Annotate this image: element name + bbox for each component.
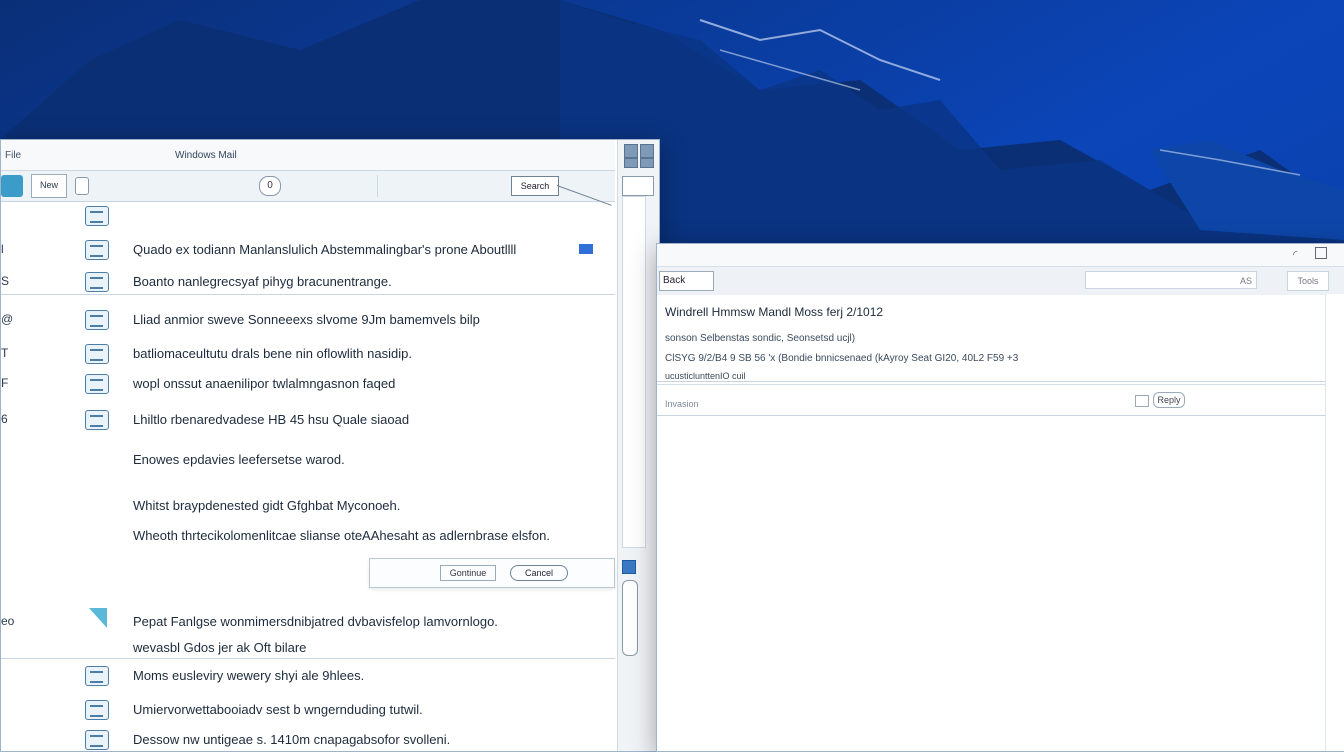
mail-icon bbox=[85, 344, 109, 364]
left-scrollbar[interactable] bbox=[617, 140, 659, 751]
scroll-thumb[interactable] bbox=[622, 580, 638, 656]
list-item[interactable]: @ Lliad anmior sweve Sonneeexs slvome 9J… bbox=[1, 306, 615, 334]
left-toolbar: New 0 Search bbox=[1, 171, 615, 206]
mail-icon bbox=[85, 730, 109, 750]
list-item[interactable]: Dessow nw untigeae s. 1410m cnapagabsofo… bbox=[1, 726, 615, 751]
message-body[interactable] bbox=[657, 434, 1325, 751]
mail-window-right: ◜ Back AS Tools Windrell Hmmsw Mandl Mos… bbox=[656, 243, 1344, 752]
close-icon[interactable] bbox=[640, 158, 654, 168]
tools-button[interactable]: Tools bbox=[1287, 271, 1329, 291]
list-item-text: Boanto nanlegrecsyaf pihyg bracunentrang… bbox=[133, 274, 392, 289]
list-item[interactable]: Whitst braypdenested gidt Gfghbat Mycono… bbox=[1, 492, 615, 520]
flag-icon[interactable] bbox=[579, 244, 593, 254]
list-item[interactable]: S Boanto nanlegrecsyaf pihyg bracunentra… bbox=[1, 268, 615, 296]
list-item-prefix: T bbox=[1, 346, 9, 360]
list-item-text: Whitst braypdenested gidt Gfghbat Mycono… bbox=[133, 498, 401, 513]
mail-icon bbox=[85, 666, 109, 686]
list-item-text: wopl onssut anaenilipor twlalmngasnon fa… bbox=[133, 376, 396, 391]
mail-icon bbox=[85, 374, 109, 394]
list-item[interactable]: 6 Lhiltlo rbenaredvadese HB 45 hsu Quale… bbox=[1, 406, 615, 434]
scroll-up-button[interactable] bbox=[622, 176, 654, 196]
message-from: sonson Selbenstas sondic, Seonsetsd ucjl… bbox=[665, 333, 856, 344]
list-item-prefix: F bbox=[1, 376, 9, 390]
list-item[interactable]: Enowes epdavies leefersetse warod. bbox=[1, 446, 615, 474]
attachment-icon[interactable] bbox=[75, 177, 89, 195]
app-logo-icon[interactable] bbox=[1, 175, 23, 197]
restore-icon[interactable] bbox=[624, 158, 638, 168]
new-message-button[interactable]: New bbox=[31, 174, 67, 198]
back-button[interactable]: Back bbox=[659, 271, 714, 291]
mail-window-left: File Windows Mail New 0 Search l Quado e… bbox=[0, 139, 660, 752]
close-icon[interactable] bbox=[1315, 247, 1327, 259]
minimize-icon[interactable]: ◜ bbox=[1293, 248, 1305, 261]
search-input[interactable]: AS bbox=[1085, 271, 1257, 289]
list-item[interactable]: Umiervorwettabooiadv sest b wngernduding… bbox=[1, 696, 615, 724]
message-header: Windrell Hmmsw Mandl Moss ferj 2/1012 so… bbox=[657, 295, 1344, 382]
left-window-title: Windows Mail bbox=[175, 150, 237, 161]
list-item-text: Dessow nw untigeae s. 1410m cnapagabsofo… bbox=[133, 732, 451, 747]
search-field-button[interactable]: Search bbox=[511, 176, 559, 196]
minimize-icon[interactable] bbox=[624, 144, 638, 158]
reply-icon[interactable] bbox=[1135, 395, 1149, 407]
inline-action-bar: Gontinue Cancel bbox=[369, 558, 615, 588]
mail-icon bbox=[85, 272, 109, 292]
list-item[interactable]: Wheoth thrtecikolomenlitcae slianse oteA… bbox=[1, 522, 615, 550]
list-divider bbox=[1, 294, 615, 295]
message-meta: ucusticlunttenIO cuil bbox=[665, 371, 746, 381]
left-title-bar[interactable]: File Windows Mail bbox=[1, 140, 615, 171]
list-item[interactable] bbox=[1, 202, 615, 230]
list-item-text: Umiervorwettabooiadv sest b wngernduding… bbox=[133, 702, 423, 717]
toolbar-divider bbox=[377, 175, 378, 197]
mail-icon bbox=[85, 310, 109, 330]
message-subject: Windrell Hmmsw Mandl Moss ferj 2/1012 bbox=[665, 305, 884, 319]
actions-label: Invasion bbox=[665, 399, 699, 409]
window-controls bbox=[622, 142, 654, 168]
list-item-text: Quado ex todiann Manlanslulich Abstemmal… bbox=[133, 242, 517, 257]
scroll-marker-icon[interactable] bbox=[622, 560, 636, 574]
mail-icon bbox=[85, 240, 109, 260]
list-item-prefix: 6 bbox=[1, 412, 8, 426]
list-item-text: Wheoth thrtecikolomenlitcae slianse oteA… bbox=[133, 528, 550, 543]
mail-icon bbox=[85, 206, 109, 226]
list-item-prefix: eo bbox=[1, 614, 15, 628]
reply-button[interactable]: Reply bbox=[1153, 392, 1185, 408]
list-item[interactable]: F wopl onssut anaenilipor twlalmngasnon … bbox=[1, 370, 615, 398]
mail-icon bbox=[85, 700, 109, 720]
right-title-bar[interactable]: ◜ bbox=[657, 244, 1344, 266]
cancel-button[interactable]: Cancel bbox=[510, 565, 568, 581]
list-divider bbox=[1, 658, 615, 659]
list-item-text: batliomaceultutu drals bene nin oflowlit… bbox=[133, 346, 412, 361]
list-item-text: Lliad anmior sweve Sonneeexs slvome 9Jm … bbox=[133, 312, 480, 327]
list-item-text: Enowes epdavies leefersetse warod. bbox=[133, 452, 345, 467]
search-button[interactable]: 0 bbox=[259, 176, 281, 196]
list-item-text: Lhiltlo rbenaredvadese HB 45 hsu Quale s… bbox=[133, 412, 410, 427]
list-item-prefix: @ bbox=[1, 312, 14, 326]
list-item-text: wevasbl Gdos jer ak Oft bilare bbox=[133, 640, 307, 655]
message-list: l Quado ex todiann Manlanslulich Abstemm… bbox=[1, 202, 615, 751]
list-item-prefix: l bbox=[1, 242, 4, 256]
message-details: ClSYG 9/2/B4 9 SB 56 'x (Bondie bnnicsen… bbox=[665, 353, 1019, 364]
list-item[interactable]: l Quado ex todiann Manlanslulich Abstemm… bbox=[1, 236, 615, 264]
list-item-text: Moms eusleviry wewery shyi ale 9hlees. bbox=[133, 668, 365, 683]
maximize-icon[interactable] bbox=[640, 144, 654, 158]
mail-icon bbox=[85, 410, 109, 430]
right-scrollbar[interactable] bbox=[1325, 294, 1344, 751]
left-title-menu[interactable]: File bbox=[5, 150, 21, 161]
list-item-text: Pepat Fanlgse wonmimersdnibjatred dvbavi… bbox=[133, 614, 498, 629]
list-item[interactable]: Moms eusleviry wewery shyi ale 9hlees. bbox=[1, 662, 615, 690]
continue-button[interactable]: Gontinue bbox=[440, 565, 496, 581]
right-toolbar: Back AS Tools bbox=[657, 266, 1344, 296]
list-item[interactable]: T batliomaceultutu drals bene nin oflowl… bbox=[1, 340, 615, 368]
list-item-prefix: S bbox=[1, 274, 10, 288]
message-actions-bar: Invasion Reply bbox=[657, 384, 1325, 416]
scroll-track[interactable] bbox=[622, 196, 646, 548]
